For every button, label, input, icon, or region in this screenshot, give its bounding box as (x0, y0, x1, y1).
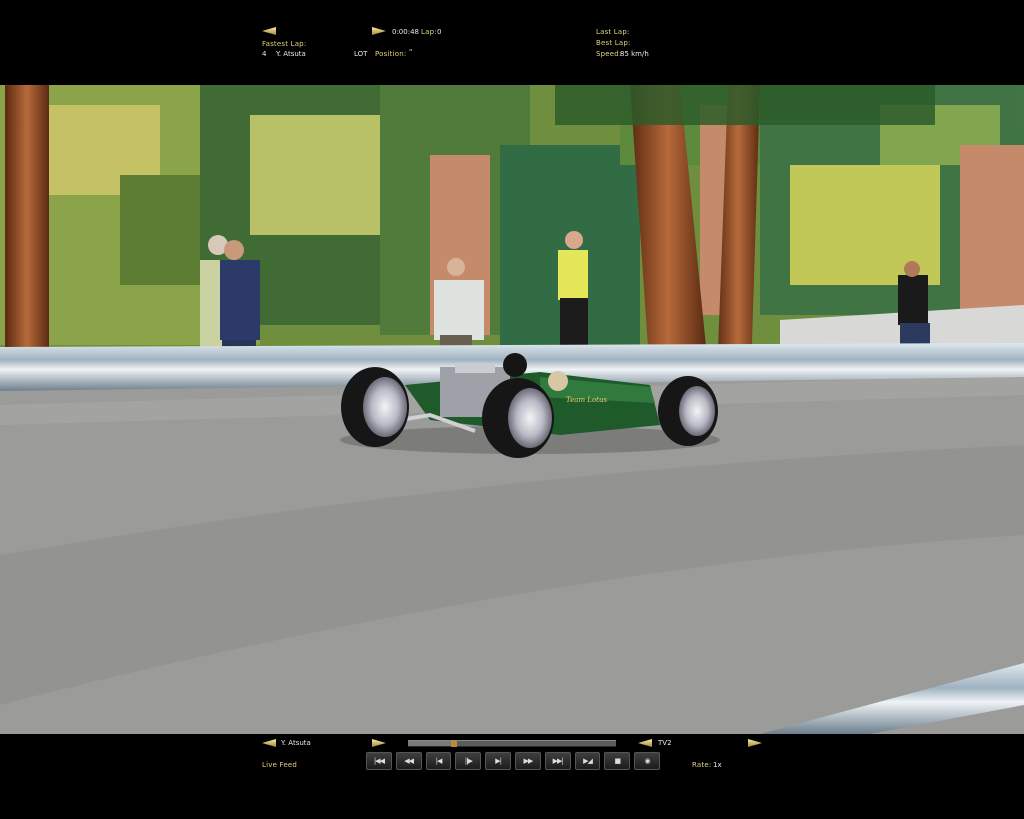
skip-to-end-button[interactable]: ▶▶| (544, 752, 571, 770)
camera-name: TV2 (658, 739, 672, 747)
scene-graphic: Team Lotus (0, 85, 1024, 734)
driver-number: 4 (262, 50, 267, 58)
step-back-button[interactable]: |◀ (425, 752, 452, 770)
skip-to-start-button[interactable]: |◀◀ (366, 752, 392, 770)
lap-value: 0 (437, 28, 442, 36)
prev-driver-arrow-icon[interactable] (262, 27, 276, 35)
replay-controls: |◀◀ ◀◀ |◀ ||▶ ▶| ▶▶ ▶▶| ▶◢ ■ ◉ (366, 752, 660, 770)
position-value: " (409, 48, 413, 56)
team-code: LOT (354, 50, 368, 58)
tree-trunk-left (5, 85, 49, 347)
replay-scrub-handle[interactable] (450, 740, 457, 747)
driver-name: Y. Atsuta (276, 50, 306, 58)
position-label: Position: (375, 50, 407, 58)
session-time: 0:00:48 (392, 28, 419, 36)
fastest-lap-label: Fastest Lap: (262, 40, 307, 48)
step-forward-button[interactable]: ▶| (485, 752, 511, 770)
rate-label: Rate: (692, 761, 712, 769)
last-lap-label: Last Lap: (596, 28, 630, 36)
speed-value: 85 km/h (620, 50, 649, 58)
slow-motion-button[interactable]: ▶◢ (574, 752, 601, 770)
replay-progress-fill (408, 741, 454, 746)
speed-label: Speed: (596, 50, 622, 58)
next-driver-arrow-icon[interactable] (372, 27, 386, 35)
replay-driver-name: Y. Atsuta (281, 739, 311, 747)
car-livery-text: Team Lotus (566, 396, 607, 404)
rate-value: 1x (713, 761, 722, 769)
race-scene-viewport: Team Lotus (0, 85, 1024, 734)
stop-button[interactable]: ■ (604, 752, 631, 770)
replay-scrub-bar[interactable] (408, 740, 616, 747)
best-lap-label: Best Lap: (596, 39, 631, 47)
lap-label: Lap: (421, 28, 437, 36)
play-pause-button[interactable]: ||▶ (455, 752, 482, 770)
fast-forward-button[interactable]: ▶▶ (514, 752, 541, 770)
live-feed-label: Live Feed (262, 761, 298, 769)
top-hud: Fastest Lap: 4 Y. Atsuta LOT Position: "… (0, 0, 1024, 85)
record-button[interactable]: ◉ (634, 752, 660, 770)
rewind-button[interactable]: ◀◀ (395, 752, 422, 770)
